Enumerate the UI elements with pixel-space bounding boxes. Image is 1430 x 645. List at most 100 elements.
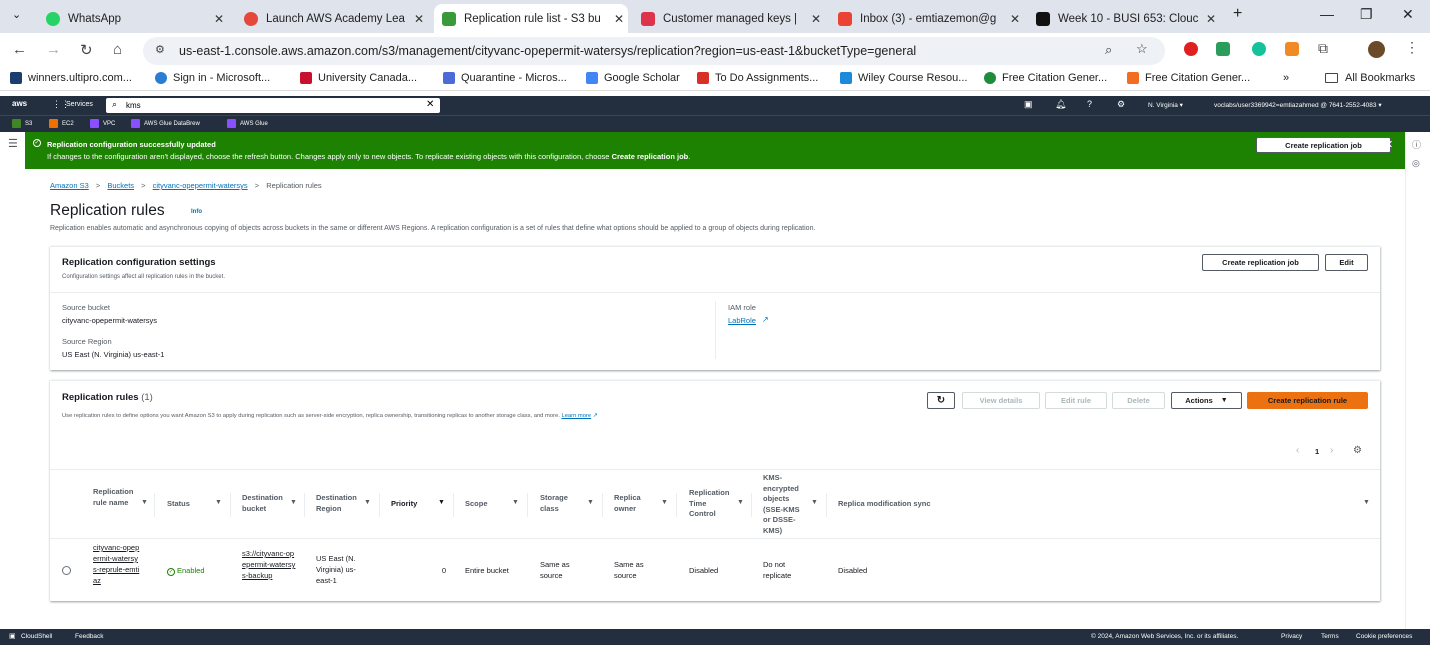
- favorite-vpc[interactable]: VPC: [90, 119, 115, 128]
- sort-caret-icon[interactable]: ▼: [438, 499, 445, 506]
- terms-link[interactable]: Terms: [1321, 633, 1339, 640]
- sort-caret-icon[interactable]: ▼: [811, 499, 818, 506]
- column-header-destination-region[interactable]: Destination Region: [316, 493, 360, 514]
- aws-logo[interactable]: aws: [12, 99, 27, 108]
- shield-panel-icon[interactable]: ◎: [1412, 158, 1420, 169]
- bookmark-item[interactable]: winners.ultipro.com...: [10, 72, 132, 84]
- column-header-rtc[interactable]: Replication Time Control: [689, 488, 733, 520]
- home-icon[interactable]: ⌂: [113, 41, 122, 58]
- close-icon[interactable]: ✕: [610, 12, 628, 26]
- actions-dropdown[interactable]: Actions ▼: [1171, 392, 1242, 409]
- info-link[interactable]: Info: [191, 209, 202, 215]
- column-header-replica-modification-sync[interactable]: Replica modification sync: [838, 499, 1038, 510]
- window-close-icon[interactable]: ✕: [1402, 6, 1414, 23]
- site-settings-icon[interactable]: ⚙: [155, 43, 165, 56]
- sort-caret-icon[interactable]: ▼: [290, 499, 297, 506]
- sort-caret-icon[interactable]: ▼: [215, 499, 222, 506]
- breadcrumb-amazon-s3[interactable]: Amazon S3: [50, 181, 89, 190]
- bookmarks-overflow-button[interactable]: »: [1283, 72, 1289, 84]
- bookmark-item[interactable]: Quarantine - Micros...: [443, 72, 567, 84]
- close-icon[interactable]: ✕: [1006, 12, 1024, 26]
- minimize-icon[interactable]: —: [1320, 6, 1334, 22]
- cloudshell-link[interactable]: CloudShell: [21, 633, 52, 640]
- sort-caret-icon[interactable]: ▼: [737, 499, 744, 506]
- column-header-kms[interactable]: KMS-encrypted objects (SSE-KMS or DSSE-K…: [763, 473, 809, 536]
- favorite-s3[interactable]: S3: [12, 119, 32, 128]
- sort-caret-icon[interactable]: ▼: [364, 499, 371, 506]
- maximize-icon[interactable]: ❐: [1360, 6, 1373, 23]
- column-header-scope[interactable]: Scope: [465, 499, 505, 510]
- region-selector[interactable]: N. Virginia ▾: [1148, 101, 1183, 109]
- grammarly-icon[interactable]: [1252, 42, 1266, 56]
- refresh-button[interactable]: ↻: [927, 392, 955, 409]
- next-page-icon[interactable]: ›: [1330, 445, 1333, 456]
- column-header-status[interactable]: Status: [167, 499, 207, 510]
- edit-rule-button[interactable]: Edit rule: [1045, 392, 1107, 409]
- edit-button[interactable]: Edit: [1325, 254, 1368, 271]
- forward-icon[interactable]: →: [46, 41, 61, 58]
- rule-name-link[interactable]: cityvanc-opepermit-watersys-reprule-emti…: [93, 542, 141, 586]
- sort-caret-icon[interactable]: ▼: [587, 499, 594, 506]
- zoom-icon[interactable]: ⌕: [1105, 42, 1112, 58]
- sort-caret-icon[interactable]: ▼: [661, 499, 668, 506]
- page-number[interactable]: 1: [1315, 447, 1319, 456]
- extensions-puzzle-icon[interactable]: ⧉: [1318, 40, 1328, 57]
- tab-gmail[interactable]: Inbox (3) - emtiazemon@g ✕: [830, 4, 1024, 33]
- back-icon[interactable]: ←: [12, 41, 27, 58]
- url-bar[interactable]: ⚙ us-east-1.console.aws.amazon.com/s3/ma…: [143, 37, 1165, 65]
- bookmark-item[interactable]: Wiley Course Resou...: [840, 72, 967, 84]
- close-icon[interactable]: ✕: [1202, 12, 1220, 26]
- iam-role-link[interactable]: LabRole: [728, 316, 756, 325]
- bookmark-item[interactable]: To Do Assignments...: [697, 72, 818, 84]
- tab-aws-academy[interactable]: Launch AWS Academy Lea ✕: [236, 4, 428, 33]
- tab-kms[interactable]: Customer managed keys | ✕: [633, 4, 825, 33]
- browser-menu-icon[interactable]: ⋮: [1405, 39, 1419, 56]
- destination-bucket-link[interactable]: s3://cityvanc-opepermit-watersys-backup: [242, 548, 298, 581]
- column-header-storage-class[interactable]: Storage class: [540, 493, 580, 514]
- learn-more-link[interactable]: Learn more: [561, 413, 591, 419]
- breadcrumb-bucket[interactable]: cityvanc-opepermit-watersys: [153, 181, 248, 190]
- bookmark-star-icon[interactable]: ☆: [1136, 41, 1148, 57]
- flash-create-replication-job-button[interactable]: Create replication job: [1256, 137, 1391, 153]
- favorite-glue[interactable]: AWS Glue: [227, 119, 268, 128]
- search-input[interactable]: kms: [126, 101, 141, 110]
- tab-whatsapp[interactable]: WhatsApp ✕: [38, 4, 228, 33]
- cookie-preferences-link[interactable]: Cookie preferences: [1356, 633, 1412, 640]
- reload-icon[interactable]: ↻: [80, 41, 93, 59]
- settings-gear-icon[interactable]: ⚙: [1117, 99, 1125, 110]
- services-menu[interactable]: Services: [66, 101, 93, 108]
- bookmark-item[interactable]: Sign in - Microsoft...: [155, 72, 270, 84]
- account-menu[interactable]: voclabs/user3369942=emtiazahmed @ 7641-2…: [1214, 101, 1382, 109]
- help-icon[interactable]: ?: [1087, 99, 1092, 109]
- tab-d2l[interactable]: Week 10 - BUSI 653: Clouc ✕: [1028, 4, 1220, 33]
- column-header-rule-name[interactable]: Replication rule name: [93, 487, 137, 508]
- row-radio-button[interactable]: [62, 566, 71, 575]
- table-preferences-gear-icon[interactable]: ⚙: [1353, 445, 1362, 456]
- profile-avatar[interactable]: [1368, 41, 1385, 58]
- notifications-icon[interactable]: 🔔︎: [1055, 99, 1066, 110]
- favorite-glue-databrew[interactable]: AWS Glue DataBrew: [131, 119, 200, 128]
- column-header-replica-owner[interactable]: Replica owner: [614, 493, 654, 514]
- prev-page-icon[interactable]: ‹: [1296, 445, 1299, 456]
- favorite-ec2[interactable]: EC2: [49, 119, 74, 128]
- view-details-button[interactable]: View details: [962, 392, 1040, 409]
- cloudshell-icon[interactable]: ▣: [1024, 99, 1033, 110]
- create-replication-rule-button[interactable]: Create replication rule: [1247, 392, 1368, 409]
- all-bookmarks-button[interactable]: All Bookmarks: [1325, 72, 1415, 84]
- extension-badge-icon[interactable]: [1216, 42, 1230, 56]
- tab-search-chevron-icon[interactable]: ⌄: [12, 8, 21, 21]
- sort-caret-icon[interactable]: ▼: [512, 499, 519, 506]
- delete-button[interactable]: Delete: [1112, 392, 1165, 409]
- create-replication-job-button[interactable]: Create replication job: [1202, 254, 1319, 271]
- aws-search-box[interactable]: ⌕ kms ✕: [106, 98, 440, 113]
- close-icon[interactable]: ✕: [807, 12, 825, 26]
- sort-caret-icon[interactable]: ▼: [141, 499, 148, 506]
- breadcrumb-buckets[interactable]: Buckets: [107, 181, 134, 190]
- bookmark-item[interactable]: Free Citation Gener...: [984, 72, 1107, 84]
- bookmark-item[interactable]: University Canada...: [300, 72, 417, 84]
- extension-orange-icon[interactable]: [1285, 42, 1299, 56]
- tab-replication-rule-list[interactable]: Replication rule list - S3 bu ✕: [434, 4, 628, 33]
- privacy-link[interactable]: Privacy: [1281, 633, 1302, 640]
- hamburger-menu-icon[interactable]: ☰: [8, 137, 18, 150]
- column-header-destination-bucket[interactable]: Destination bucket: [242, 493, 286, 514]
